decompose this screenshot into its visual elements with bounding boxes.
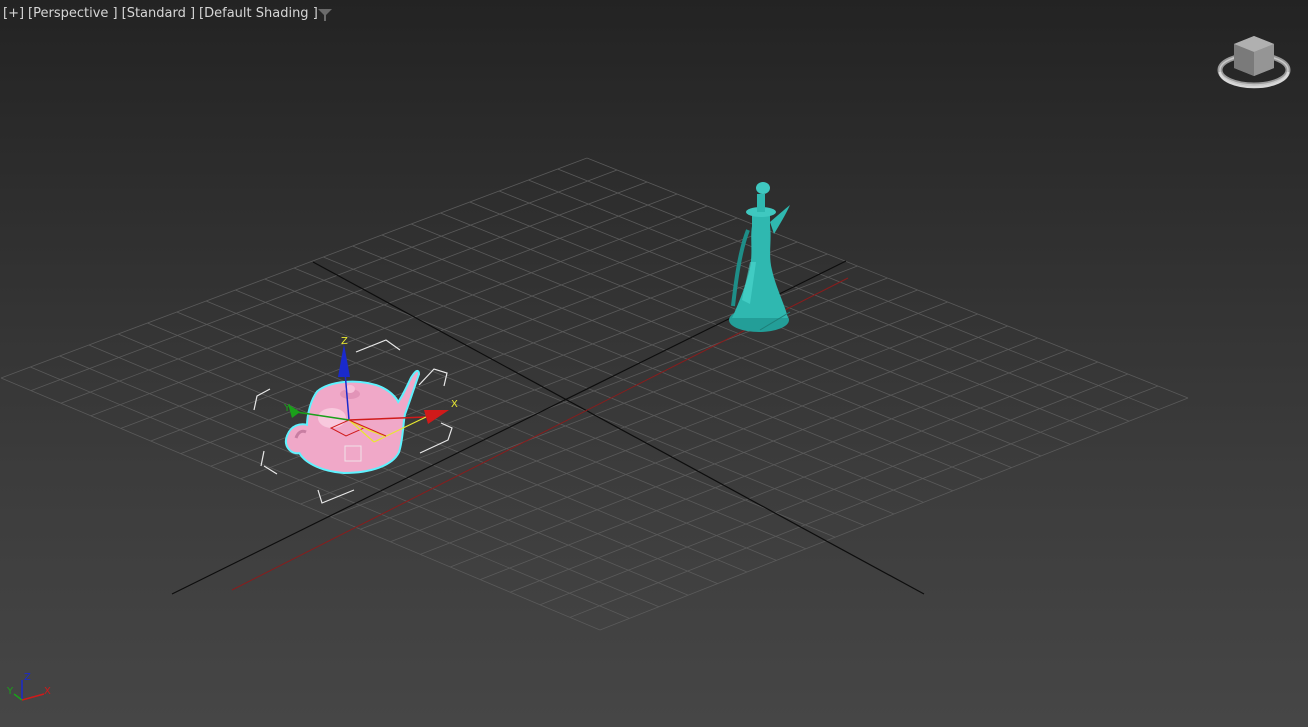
viewport-label-menu: [+] [Perspective ] [Standard ] [Default … [3,6,318,21]
gizmo-x-label: X [451,399,458,410]
perspective-viewport[interactable]: Z X Y Z X Y [+] [Perspective ] [Standard… [0,0,1308,727]
axis-tripod: Z X Y [6,672,51,701]
x-axis-arrow-icon[interactable] [424,410,449,424]
grid-line [528,179,1130,422]
grid-line [510,361,1098,593]
grid-axis-line-b [312,261,925,595]
filter-icon[interactable] [317,8,333,22]
tripod-x-label: X [44,686,51,697]
grid-line [557,168,1159,410]
tripod-y-label: Y [6,686,14,697]
grid-line [586,157,1189,399]
grid-line [569,385,1159,618]
z-axis-arrow-icon[interactable] [338,344,350,377]
vase-object[interactable] [729,182,791,332]
grid-line [599,397,1189,631]
gizmo-y-label: Y [283,403,291,414]
viewport-scene[interactable]: Z X Y Z X Y [0,0,1308,727]
home-grid [0,157,1189,631]
grid-line [539,373,1129,606]
viewport-general-menu[interactable]: [+] [3,6,24,21]
viewport-point-of-view-menu[interactable]: [Perspective ] [28,6,118,21]
gizmo-z-label: Z [341,336,348,347]
viewcube-icon[interactable] [1214,30,1294,94]
tripod-z-label: Z [24,672,31,683]
viewport-shading-menu[interactable]: [Default Shading ] [199,6,318,21]
viewport-standard-menu[interactable]: [Standard ] [122,6,195,21]
teapot-object[interactable]: Z X Y [253,336,458,504]
